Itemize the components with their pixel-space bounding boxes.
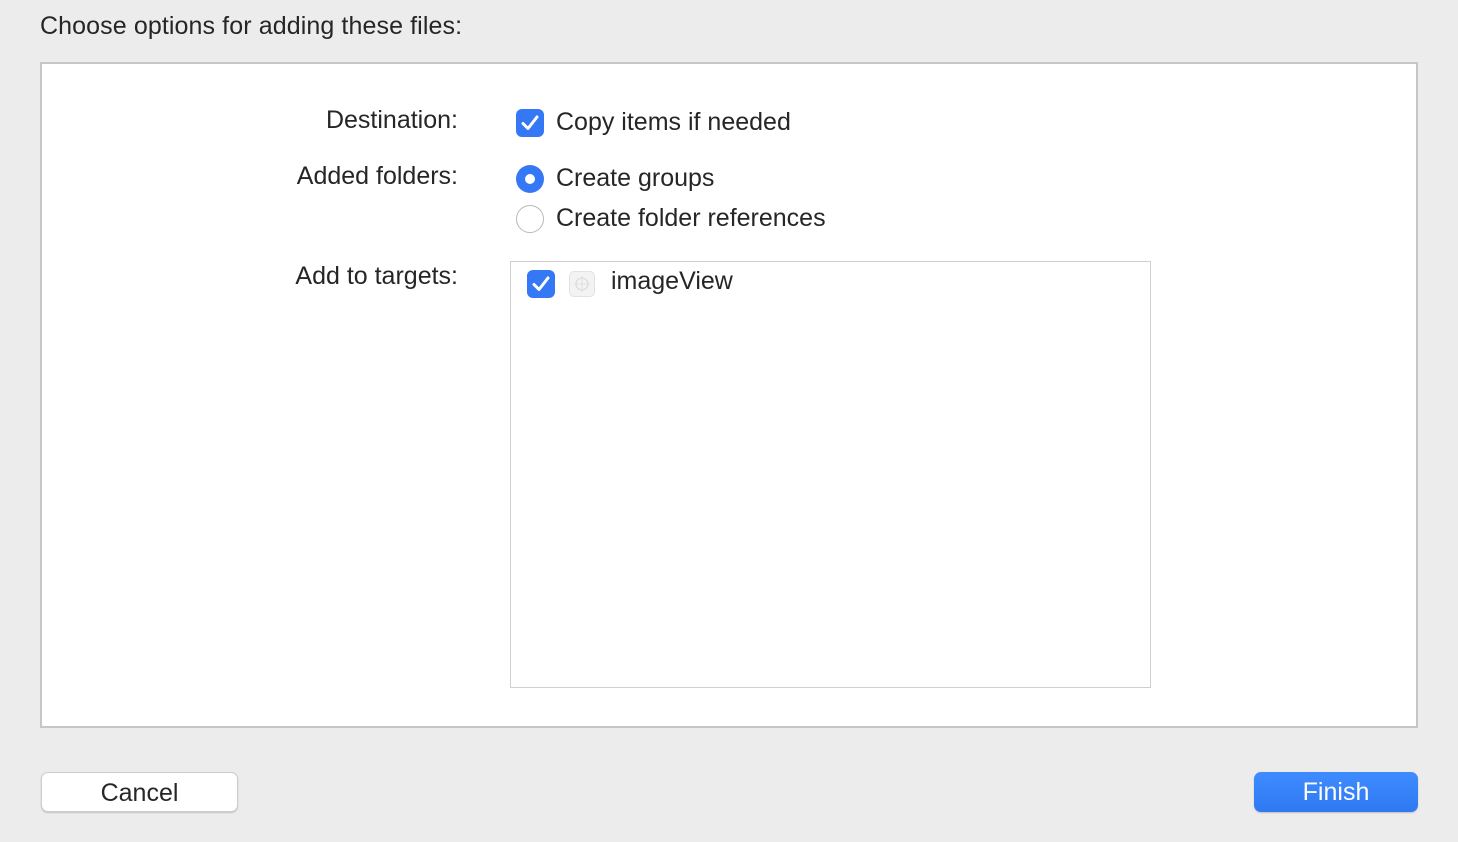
create-folder-references-radio[interactable] <box>516 205 544 233</box>
options-panel: Destination: Copy items if needed Added … <box>40 62 1418 728</box>
copy-items-checkbox[interactable] <box>516 109 544 137</box>
create-groups-radio[interactable] <box>516 165 544 193</box>
app-target-icon <box>569 271 595 297</box>
add-files-options-sheet: Choose options for adding these files: D… <box>0 0 1458 842</box>
checkmark-icon <box>532 276 550 291</box>
copy-items-label[interactable]: Copy items if needed <box>556 108 791 137</box>
checkmark-icon <box>521 115 539 130</box>
target-imageview-checkbox[interactable] <box>527 270 555 298</box>
cancel-button[interactable]: Cancel <box>41 772 238 812</box>
added-folders-label: Added folders: <box>296 162 458 190</box>
targets-list[interactable]: imageView <box>510 261 1151 688</box>
destination-label: Destination: <box>325 106 458 134</box>
finish-button[interactable]: Finish <box>1254 772 1418 812</box>
create-folder-references-label[interactable]: Create folder references <box>556 204 826 233</box>
sheet-heading: Choose options for adding these files: <box>40 12 463 40</box>
create-groups-label[interactable]: Create groups <box>556 164 714 193</box>
add-to-targets-label: Add to targets: <box>295 262 458 290</box>
target-imageview-label[interactable]: imageView <box>611 267 733 296</box>
